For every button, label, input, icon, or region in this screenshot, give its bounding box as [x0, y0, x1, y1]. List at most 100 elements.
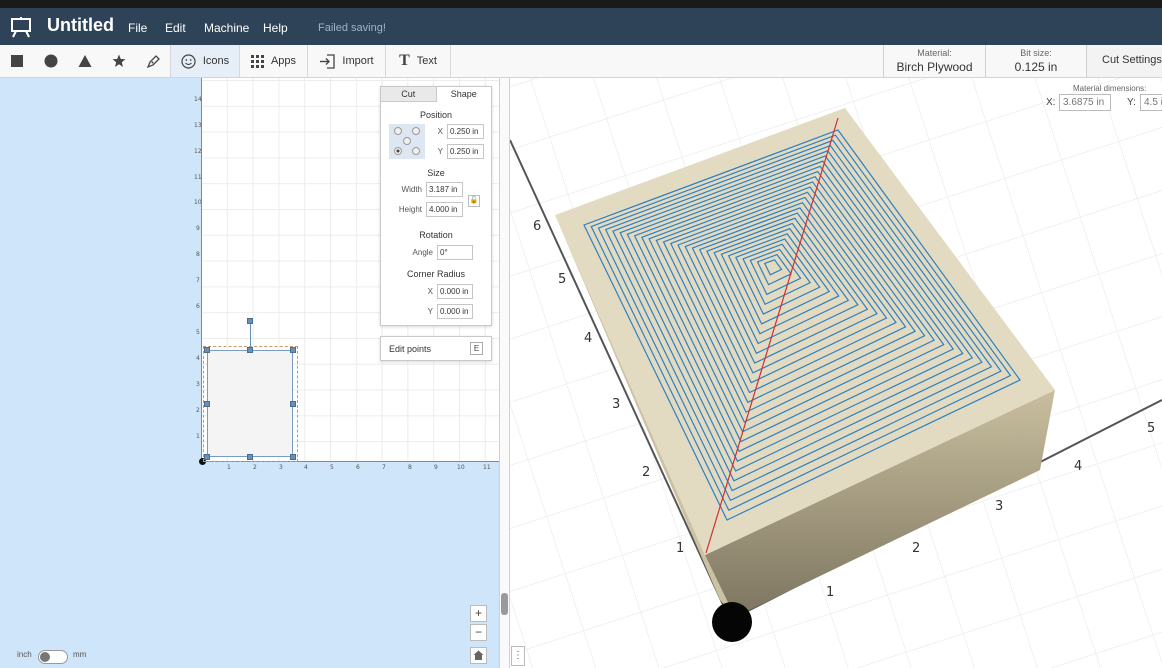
anchor-bottom-right[interactable]: [412, 147, 420, 155]
resize-handle[interactable]: [290, 347, 296, 353]
corner-x-label: X: [427, 287, 433, 296]
axis-label-left: 4: [584, 331, 592, 346]
pos-x-field[interactable]: 0.250 in: [447, 124, 484, 139]
angle-field[interactable]: 0°: [437, 245, 473, 260]
import-label: Import: [342, 55, 374, 67]
bit-size-selector[interactable]: Bit size: 0.125 in: [985, 45, 1086, 77]
matdim-x-field[interactable]: 3.6875 in: [1059, 94, 1111, 111]
text-tool[interactable]: T Text: [386, 45, 451, 77]
save-status: Failed saving!: [318, 22, 386, 34]
rotation-stem: [250, 322, 251, 350]
tab-shape[interactable]: Shape: [437, 87, 492, 102]
unit-inch-label: inch: [17, 650, 32, 659]
resize-handle[interactable]: [204, 347, 210, 353]
triangle-icon: [78, 55, 92, 67]
matdim-y-field[interactable]: 4.5 in: [1140, 94, 1162, 111]
y-tick: 5: [196, 329, 200, 336]
zoom-out-button[interactable]: −: [470, 624, 487, 641]
material-caption: Material:: [917, 48, 952, 58]
y-tick: 3: [196, 381, 200, 388]
resize-handle[interactable]: [290, 401, 296, 407]
corner-y-label: Y: [427, 307, 433, 316]
resize-handle[interactable]: [204, 454, 210, 460]
smiley-icon: [181, 53, 196, 69]
anchor-top-left[interactable]: [394, 127, 402, 135]
resize-handle[interactable]: [290, 454, 296, 460]
apps-tool[interactable]: Apps: [240, 45, 308, 77]
anchor-center[interactable]: [403, 137, 411, 145]
unit-toggle[interactable]: [38, 650, 68, 664]
axis-label-left: 2: [642, 465, 650, 480]
square-tool[interactable]: [0, 45, 34, 77]
import-icon: [320, 53, 336, 69]
home-view-button[interactable]: [470, 647, 487, 664]
square-icon: [11, 55, 23, 67]
axis-label-right: 2: [912, 541, 920, 556]
import-tool[interactable]: Import: [308, 45, 386, 77]
easel-logo-icon[interactable]: [10, 16, 32, 38]
axis-label-right: 3: [995, 499, 1003, 514]
angle-label: Angle: [412, 248, 433, 257]
edit-points-shortcut: E: [470, 342, 483, 355]
y-tick: 4: [196, 355, 200, 362]
y-tick: 1: [196, 433, 200, 440]
panel-divider[interactable]: [499, 78, 510, 668]
pen-tool[interactable]: [136, 45, 170, 77]
matdim-x-label: X:: [1046, 97, 1056, 108]
zoom-in-button[interactable]: +: [470, 605, 487, 622]
height-field[interactable]: 4.000 in: [426, 202, 463, 217]
corner-y-field[interactable]: 0.000 in: [437, 304, 473, 319]
axis-label-right: 1: [826, 585, 834, 600]
menubar: Untitled File Edit Machine Help Failed s…: [0, 8, 1162, 45]
menu-machine[interactable]: Machine: [204, 21, 249, 35]
apps-grid-icon: [250, 54, 264, 68]
circle-tool[interactable]: [34, 45, 68, 77]
position-title: Position: [419, 110, 453, 120]
anchor-top-right[interactable]: [412, 127, 420, 135]
rectangle-shape[interactable]: [207, 350, 293, 457]
corner-x-field[interactable]: 0.000 in: [437, 284, 473, 299]
resize-handle[interactable]: [247, 454, 253, 460]
icons-tool[interactable]: Icons: [170, 45, 240, 77]
tab-cut[interactable]: Cut: [381, 87, 437, 102]
axis-label-left: 1: [676, 541, 684, 556]
material-dimensions-title: Material dimensions:: [1073, 84, 1147, 93]
pos-y-label: Y: [437, 147, 443, 156]
width-label: Width: [401, 185, 422, 194]
origin-sphere: [712, 602, 752, 642]
3d-preview[interactable]: 6 5 4 3 2 1 1 2 3 4 5: [510, 78, 1162, 668]
edit-points-button[interactable]: Edit points E: [380, 336, 492, 361]
home-icon: [473, 650, 484, 660]
width-field[interactable]: 3.187 in: [426, 182, 463, 197]
3d-preview-scene[interactable]: 6 5 4 3 2 1 1 2 3 4 5: [510, 78, 1162, 668]
menu-edit[interactable]: Edit: [165, 21, 186, 35]
cut-settings-button[interactable]: Cut Settings: [1086, 45, 1162, 77]
star-tool[interactable]: [102, 45, 136, 77]
resize-handle[interactable]: [247, 347, 253, 353]
x-tick: 3: [279, 464, 283, 471]
divider-scrollbar[interactable]: [501, 593, 508, 615]
axis-label-left: 6: [533, 219, 541, 234]
anchor-bottom-left[interactable]: [394, 147, 402, 155]
lock-aspect-icon[interactable]: 🔓: [468, 195, 480, 207]
menu-file[interactable]: File: [128, 21, 147, 35]
y-tick: 12: [194, 148, 202, 155]
x-tick: 9: [434, 464, 438, 471]
preview-options-button[interactable]: ⋮: [511, 646, 525, 666]
x-tick: 5: [330, 464, 334, 471]
resize-handle[interactable]: [204, 401, 210, 407]
pos-y-field[interactable]: 0.250 in: [447, 144, 484, 159]
menu-help[interactable]: Help: [263, 21, 288, 35]
text-t-icon: T: [399, 52, 410, 69]
material-selector[interactable]: Material: Birch Plywood: [883, 45, 985, 77]
edit-points-label: Edit points: [389, 344, 432, 354]
window-top-edge: [0, 0, 1162, 8]
x-tick: 1: [227, 464, 231, 471]
x-tick: 6: [356, 464, 360, 471]
corner-radius-title: Corner Radius: [406, 269, 466, 279]
triangle-tool[interactable]: [68, 45, 102, 77]
rotation-handle[interactable]: [247, 318, 253, 324]
shape-inspector: Cut Shape Position X 0.250 in Y 0.250 in…: [380, 86, 492, 326]
y-tick: 7: [196, 277, 200, 284]
document-title[interactable]: Untitled: [47, 15, 114, 36]
